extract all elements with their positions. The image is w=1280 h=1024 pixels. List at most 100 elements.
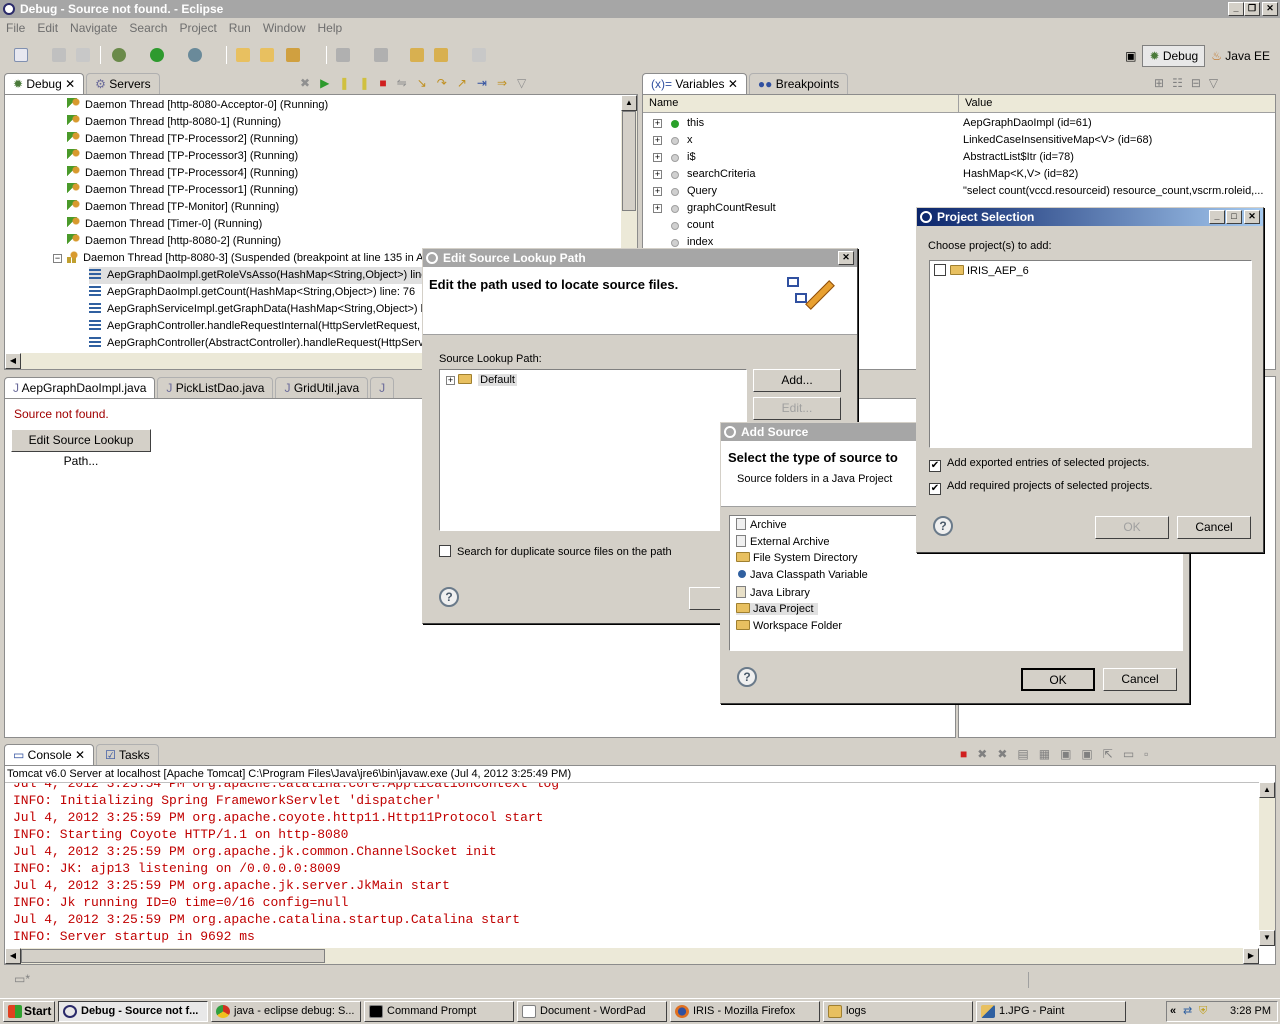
taskbar-item-logs[interactable]: logs [823, 1001, 973, 1022]
taskbar-item-cmd[interactable]: Command Prompt [364, 1001, 514, 1022]
close-button[interactable]: ✕ [1244, 210, 1260, 224]
show-on-error-icon[interactable]: ▣ [1081, 747, 1102, 761]
expand-icon[interactable]: + [653, 136, 662, 145]
variable-row[interactable]: + Query "select count(vccd.resourceid) res… [643, 183, 1271, 200]
maximize-button[interactable]: ❐ [1244, 2, 1260, 16]
menu-search[interactable]: Search [123, 21, 173, 35]
thread-item[interactable]: Daemon Thread [http-8080-2] (Running) [67, 233, 281, 250]
forward-icon[interactable] [472, 48, 486, 62]
variable-row[interactable]: + x LinkedCaseInsensitiveMap<V> (id=68) [643, 132, 1271, 149]
drop-to-frame-icon[interactable]: ⇥ [477, 76, 497, 90]
display-console-icon[interactable]: ▭ [1123, 747, 1144, 761]
minimize-button[interactable]: _ [1209, 210, 1225, 224]
open-type-icon[interactable] [236, 48, 250, 62]
perspective-debug[interactable]: ✹ Debug [1142, 45, 1206, 67]
tab-servers[interactable]: ⚙ Servers [86, 73, 160, 94]
close-icon[interactable]: ✕ [65, 77, 75, 91]
thread-item[interactable]: Daemon Thread [TP-Processor3] (Running) [67, 148, 298, 165]
remove-launch-icon[interactable]: ✖ [977, 747, 997, 761]
help-icon[interactable]: ? [439, 587, 459, 607]
minimize-button[interactable]: _ [1228, 2, 1244, 16]
external-tools-icon[interactable] [188, 48, 202, 62]
view-menu-icon[interactable]: ▽ [1209, 76, 1226, 90]
add-button[interactable]: Add... [753, 369, 841, 392]
perspective-javaee[interactable]: ♨ Java EE [1205, 46, 1276, 66]
expand-icon[interactable]: + [653, 204, 662, 213]
close-button[interactable]: ✕ [838, 251, 854, 265]
edit-source-lookup-button[interactable]: Edit Source Lookup Path... [11, 429, 151, 468]
checkbox[interactable] [439, 545, 451, 557]
cancel-button[interactable]: Cancel [1177, 516, 1251, 539]
taskbar-item-paint[interactable]: 1.JPG - Paint [976, 1001, 1126, 1022]
list-item-java-project[interactable]: Java Project [736, 603, 818, 615]
list-item-external-archive[interactable]: External Archive [736, 535, 829, 548]
collapse-all-icon[interactable]: ⊟ [1191, 76, 1209, 90]
menu-edit[interactable]: Edit [31, 21, 64, 35]
column-value[interactable]: Value [959, 95, 998, 112]
open-perspective-icon[interactable]: ▣ [1119, 46, 1142, 66]
tab-tasks[interactable]: ☑ Tasks [96, 744, 159, 765]
debug-icon[interactable] [112, 48, 126, 62]
cancel-button[interactable]: Cancel [1103, 668, 1177, 691]
tray-expand-icon[interactable]: « [1170, 1002, 1176, 1021]
column-name[interactable]: Name [643, 95, 959, 112]
use-step-filters-icon[interactable]: ⇒ [497, 76, 517, 90]
stack-frame[interactable]: AepGraphDaoImpl.getCount(HashMap<String,… [89, 284, 415, 301]
start-button[interactable]: Start [3, 1001, 55, 1022]
tab-console[interactable]: ▭ Console ✕ [4, 744, 95, 765]
stack-frame[interactable]: AepGraphController(AbstractController).h… [89, 335, 424, 352]
terminate-icon[interactable]: ■ [379, 76, 396, 90]
stack-frame[interactable]: AepGraphController.handleRequestInternal… [89, 318, 420, 335]
search-duplicates-option[interactable]: Search for duplicate source files on the… [439, 545, 672, 558]
view-menu-icon[interactable]: ▽ [517, 76, 536, 90]
resume-icon[interactable]: ▶ [320, 76, 339, 90]
list-item-archive[interactable]: Archive [736, 518, 787, 531]
save-icon[interactable] [52, 48, 66, 62]
console-output[interactable]: Jul 4, 2012 3:25:54 PM org.apache.catali… [5, 782, 1259, 946]
menu-window[interactable]: Window [257, 21, 312, 35]
scroll-lock-icon[interactable]: ▦ [1039, 747, 1060, 761]
editor-tab[interactable]: J [370, 377, 395, 398]
collapse-icon[interactable]: − [53, 254, 62, 263]
close-icon[interactable]: ✕ [728, 77, 738, 91]
thread-item[interactable]: Daemon Thread [TP-Monitor] (Running) [67, 199, 279, 216]
menu-run[interactable]: Run [223, 21, 257, 35]
add-exported-option[interactable]: ✔ Add exported entries of selected projec… [929, 457, 1149, 472]
thread-item[interactable]: Daemon Thread [Timer-0] (Running) [67, 216, 262, 233]
new-icon[interactable] [14, 48, 28, 62]
tab-variables[interactable]: (x)= Variables ✕ [642, 73, 747, 94]
close-button[interactable]: ✕ [1262, 2, 1278, 16]
show-on-output-icon[interactable]: ▣ [1060, 747, 1081, 761]
variable-row[interactable]: + this AepGraphDaoImpl (id=61) [643, 115, 1271, 132]
checkbox-checked[interactable]: ✔ [929, 460, 941, 472]
editor-tab[interactable]: J AepGraphDaoImpl.java [4, 377, 156, 398]
next-annotation-icon[interactable] [336, 48, 350, 62]
stack-frame-selected[interactable]: AepGraphDaoImpl.getRoleVsAsso(HashMap<St… [89, 267, 430, 284]
taskbar-item-firefox[interactable]: IRIS - Mozilla Firefox [670, 1001, 820, 1022]
suspend-icon[interactable]: ❚❚ [339, 76, 379, 90]
network-icon[interactable]: ⇄ [1183, 1002, 1192, 1021]
project-item[interactable]: IRIS_AEP_6 [934, 264, 1029, 277]
search-icon[interactable] [286, 48, 300, 62]
add-required-option[interactable]: ✔ Add required projects of selected proje… [929, 480, 1152, 495]
step-return-icon[interactable]: ↗ [457, 76, 477, 90]
tab-debug[interactable]: ✹ Debug ✕ [4, 73, 85, 94]
list-item-file-system-directory[interactable]: File System Directory [736, 552, 858, 564]
list-item-workspace-folder[interactable]: Workspace Folder [736, 620, 842, 632]
list-item-classpath-variable[interactable]: Java Classpath Variable [736, 569, 868, 581]
expand-icon[interactable]: + [653, 119, 662, 128]
edit-button[interactable]: Edit... [753, 397, 841, 420]
ok-button[interactable]: OK [1021, 668, 1095, 691]
stack-frame[interactable]: AepGraphServiceImpl.getGraphData(HashMap… [89, 301, 426, 318]
show-type-names-icon[interactable]: ⊞ [1154, 76, 1172, 90]
expand-icon[interactable]: + [653, 153, 662, 162]
print-icon[interactable] [76, 48, 90, 62]
list-item-java-library[interactable]: Java Library [736, 586, 810, 599]
fast-view-icon[interactable]: ▭* [14, 972, 30, 986]
taskbar-item-wordpad[interactable]: Document - WordPad [517, 1001, 667, 1022]
variable-row[interactable]: + searchCriteria HashMap<K,V> (id=82) [643, 166, 1271, 183]
pin-console-icon[interactable]: ⇱ [1103, 747, 1123, 761]
thread-item[interactable]: Daemon Thread [http-8080-Acceptor-0] (Ru… [67, 97, 328, 114]
thread-item[interactable]: Daemon Thread [TP-Processor1] (Running) [67, 182, 298, 199]
project-list[interactable]: IRIS_AEP_6 [929, 260, 1252, 448]
